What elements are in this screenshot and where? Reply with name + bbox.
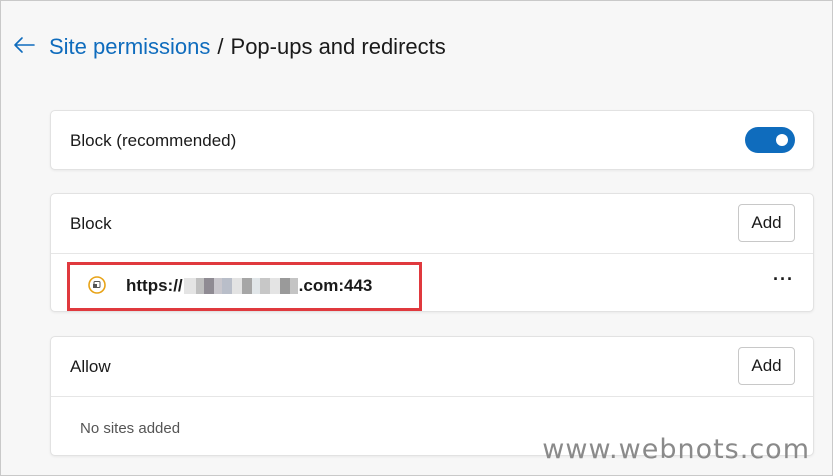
divider xyxy=(51,253,813,254)
block-section-title: Block xyxy=(70,213,112,233)
watermark: www.webnots.com xyxy=(542,434,810,465)
toggle-knob xyxy=(776,134,788,146)
allow-add-button[interactable]: Add xyxy=(738,347,795,385)
divider xyxy=(51,396,813,397)
breadcrumb-separator: / xyxy=(217,34,224,59)
block-recommended-toggle[interactable] xyxy=(745,127,795,153)
page-title: Pop-ups and redirects xyxy=(230,34,446,59)
site-info-icon xyxy=(87,275,107,295)
block-list-card: Block Add https:// .com:443 ··· xyxy=(50,193,814,312)
back-button[interactable] xyxy=(11,34,37,60)
block-recommended-label: Block (recommended) xyxy=(70,131,237,150)
allow-empty-text: No sites added xyxy=(80,420,181,437)
breadcrumb: Site permissions / Pop-ups and redirects xyxy=(49,34,446,60)
blocked-site-row[interactable]: https:// .com:443 xyxy=(67,262,422,311)
page-header: Site permissions / Pop-ups and redirects xyxy=(11,29,446,65)
blocked-site-url: https:// .com:443 xyxy=(126,275,372,297)
redacted-domain xyxy=(183,278,298,294)
site-url-prefix: https:// xyxy=(126,276,183,295)
block-recommended-card: Block (recommended) xyxy=(50,110,814,170)
allow-section-title: Allow xyxy=(70,356,111,376)
site-url-suffix: .com:443 xyxy=(298,276,373,295)
breadcrumb-site-permissions[interactable]: Site permissions xyxy=(49,34,210,60)
site-more-actions-button[interactable]: ··· xyxy=(773,270,793,288)
arrow-left-icon xyxy=(13,36,35,59)
block-add-button[interactable]: Add xyxy=(738,204,795,242)
